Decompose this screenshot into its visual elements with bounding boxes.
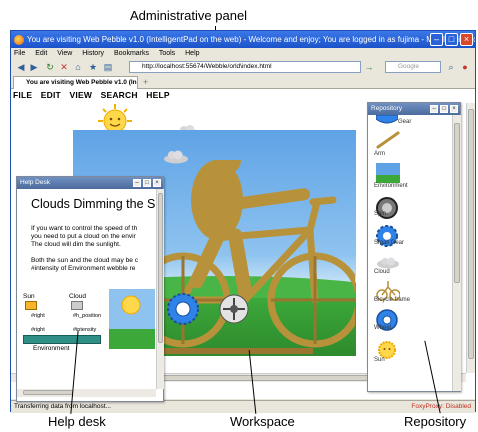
menu-view[interactable]: View bbox=[57, 50, 72, 57]
foxyproxy-status[interactable]: FoxyProxy: Disabled bbox=[411, 401, 471, 413]
repo-item-wheel[interactable]: Wheel bbox=[374, 325, 391, 331]
diagram-right2: #right bbox=[31, 327, 45, 333]
app-menu-file[interactable]: FILE bbox=[13, 90, 32, 100]
arm-icon[interactable] bbox=[376, 131, 400, 149]
help-vscroll-thumb[interactable] bbox=[158, 193, 163, 343]
repo-item-cloud[interactable]: Cloud bbox=[374, 269, 390, 275]
menu-tools[interactable]: Tools bbox=[159, 50, 175, 57]
diagram-sun-box bbox=[25, 301, 37, 310]
app-menu-view[interactable]: VIEW bbox=[70, 90, 93, 100]
callout-help-desk: Help desk bbox=[48, 414, 106, 429]
help-desk-panel[interactable]: Help Desk – □ × Clouds Dimming the S If … bbox=[16, 176, 164, 402]
app-menu-help[interactable]: HELP bbox=[146, 90, 169, 100]
admin-panel: FILE EDIT VIEW SEARCH HELP bbox=[13, 90, 176, 101]
page-scrollbar[interactable] bbox=[466, 103, 475, 373]
new-tab-button[interactable]: + bbox=[143, 76, 148, 88]
repo-scrollbar[interactable] bbox=[452, 115, 461, 391]
bookmark-icon[interactable]: ★ bbox=[87, 61, 99, 73]
menu-history[interactable]: History bbox=[82, 50, 104, 57]
environment-icon[interactable] bbox=[376, 163, 400, 183]
stop-icon[interactable]: ✕ bbox=[58, 61, 70, 73]
cloud-icon[interactable] bbox=[376, 257, 400, 269]
help-vscrollbar[interactable] bbox=[156, 189, 164, 389]
reload-icon[interactable]: ↻ bbox=[44, 61, 56, 73]
diagram-pos: #h_position bbox=[73, 313, 102, 319]
diagram-env-label: Environment bbox=[33, 345, 70, 352]
repo-item-small-gear[interactable]: Small Gear bbox=[374, 240, 404, 246]
callout-repository: Repository bbox=[404, 414, 467, 429]
diagram-cloud-label: Cloud bbox=[69, 293, 86, 300]
print-icon[interactable]: ▤ bbox=[102, 61, 114, 73]
repo-close-button[interactable]: × bbox=[450, 105, 458, 113]
repo-item-gear[interactable]: Gear bbox=[398, 119, 411, 125]
browser-menubar: File Edit View History Bookmarks Tools H… bbox=[11, 48, 475, 59]
app-menu-search[interactable]: SEARCH bbox=[101, 90, 138, 100]
addon-icon[interactable]: ● bbox=[459, 61, 471, 73]
close-button[interactable]: × bbox=[460, 33, 473, 46]
menu-bookmarks[interactable]: Bookmarks bbox=[114, 50, 149, 57]
menu-file[interactable]: File bbox=[14, 50, 25, 57]
firefox-icon bbox=[14, 35, 24, 45]
repository-panel[interactable]: Repository – □ × Gear Arm Environment Sp… bbox=[367, 102, 461, 392]
home-icon[interactable]: ⌂ bbox=[72, 61, 84, 73]
repo-minimize-button[interactable]: – bbox=[430, 105, 438, 113]
page-scroll-thumb[interactable] bbox=[468, 109, 474, 359]
menu-edit[interactable]: Edit bbox=[35, 50, 47, 57]
window-title: You are visiting Web Pebble v1.0 (Intell… bbox=[27, 35, 475, 44]
help-desk-title: Help Desk bbox=[20, 179, 50, 186]
help-maximize-button[interactable]: □ bbox=[143, 179, 151, 187]
repo-maximize-button[interactable]: □ bbox=[440, 105, 448, 113]
search-icon[interactable]: ⌕ bbox=[445, 61, 457, 73]
help-hscrollbar[interactable] bbox=[17, 389, 156, 397]
gear-icon[interactable] bbox=[376, 115, 398, 125]
gear-webble[interactable] bbox=[166, 292, 200, 326]
status-text: Transferring data from localhost... bbox=[14, 403, 111, 410]
url-input[interactable]: http://localhost:55674/Webble/orld\index… bbox=[129, 61, 361, 73]
window-titlebar: You are visiting Web Pebble v1.0 (Intell… bbox=[11, 31, 475, 48]
repo-item-sun[interactable]: Sun bbox=[374, 357, 385, 363]
go-icon[interactable]: → bbox=[363, 61, 375, 73]
repo-item-environment[interactable]: Environment bbox=[374, 183, 408, 189]
maximize-button[interactable]: □ bbox=[445, 33, 458, 46]
diagram-right1: #right bbox=[31, 313, 45, 319]
diagram-env-box bbox=[23, 335, 101, 344]
app-menu-edit[interactable]: EDIT bbox=[41, 90, 61, 100]
repository-titlebar[interactable]: Repository – □ × bbox=[368, 103, 460, 115]
repository-title: Repository bbox=[371, 105, 403, 112]
repo-item-bicycle-frame[interactable]: Bicycle frame bbox=[374, 297, 410, 303]
repo-scroll-thumb[interactable] bbox=[454, 123, 460, 283]
diagram-cloud-box bbox=[71, 301, 83, 310]
help-desk-titlebar[interactable]: Help Desk – □ × bbox=[17, 177, 163, 189]
diagram-sun-label: Sun bbox=[23, 293, 35, 300]
callout-workspace: Workspace bbox=[230, 414, 295, 429]
spin-webble[interactable] bbox=[219, 294, 249, 324]
help-close-button[interactable]: × bbox=[153, 179, 161, 187]
tab-bar: You are visiting Web Pebble v1.0 (In... … bbox=[11, 75, 475, 89]
help-hscroll-thumb[interactable] bbox=[23, 390, 73, 395]
repo-item-spin[interactable]: Spin bbox=[374, 211, 386, 217]
help-heading: Clouds Dimming the S bbox=[31, 197, 156, 211]
navigation-toolbar: ◀ ▶ ↻ ✕ ⌂ ★ ▤ http://localhost:55674/Web… bbox=[11, 59, 475, 75]
menu-help[interactable]: Help bbox=[185, 50, 199, 57]
forward-icon[interactable]: ▶ bbox=[28, 61, 40, 73]
help-minimize-button[interactable]: – bbox=[133, 179, 141, 187]
back-icon[interactable]: ◀ bbox=[14, 61, 28, 73]
repo-item-arm[interactable]: Arm bbox=[374, 151, 385, 157]
tab-web-pebble[interactable]: You are visiting Web Pebble v1.0 (In... bbox=[13, 76, 138, 89]
minimize-button[interactable]: – bbox=[430, 33, 443, 46]
callout-admin-panel: Administrative panel bbox=[130, 8, 248, 23]
search-input[interactable]: Google bbox=[385, 61, 441, 73]
help-preview-image bbox=[109, 289, 155, 349]
